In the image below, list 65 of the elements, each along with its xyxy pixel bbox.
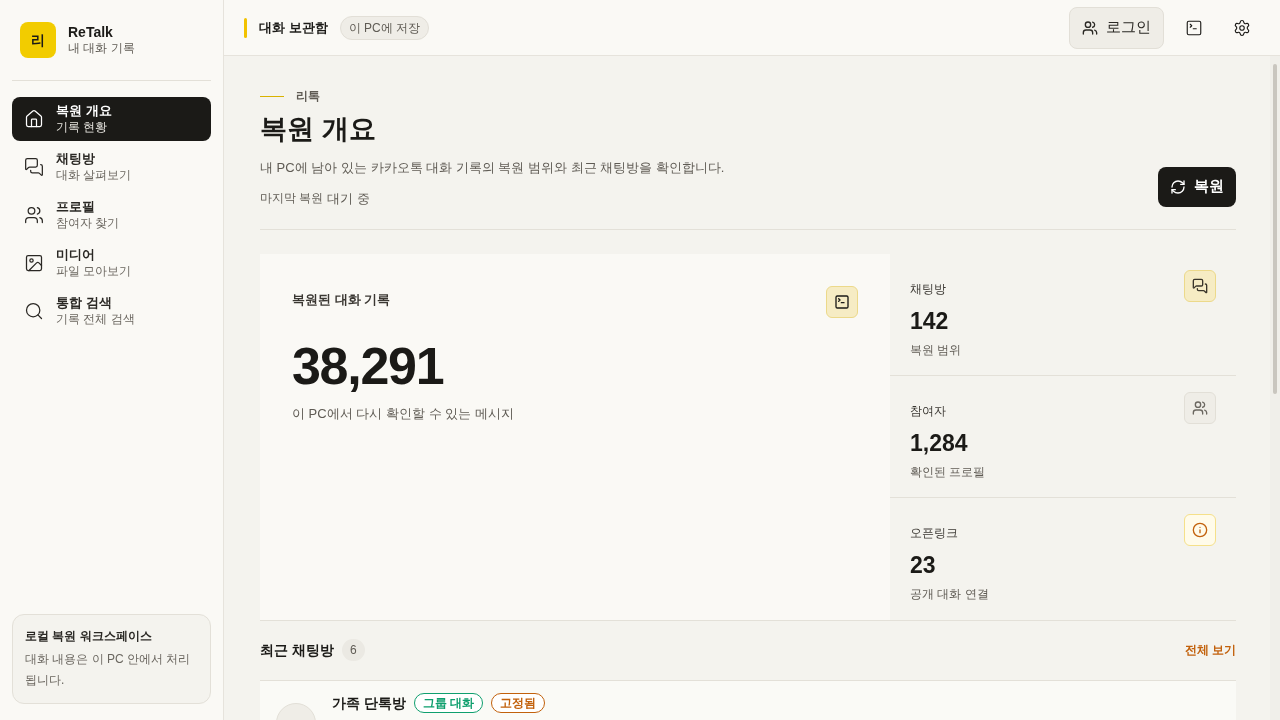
people-icon xyxy=(1082,19,1098,36)
chat-bubbles-icon xyxy=(24,157,44,177)
tag: 고정됨 xyxy=(491,692,546,713)
settings-icon xyxy=(1233,18,1251,37)
nav-sublabel: 대화 살펴보기 xyxy=(56,167,132,183)
app-subtitle: 내 대화 기록 xyxy=(68,41,135,57)
nav-sublabel: 기록 전체 검색 xyxy=(56,311,135,327)
workspace-title: 로컬 복원 워크스페이스 xyxy=(25,628,153,645)
nav-label: 통합 검색 xyxy=(56,295,113,312)
nav-item[interactable]: 채팅방 대화 살펴보기 xyxy=(12,145,211,189)
view-all-link[interactable]: 전체 보기 xyxy=(1184,641,1236,659)
chat-name: 가족 단톡방 xyxy=(332,693,406,713)
stat-value: 23 xyxy=(910,553,937,577)
nav-sublabel: 기록 현황 xyxy=(56,119,109,135)
nav-item[interactable]: 미디어 파일 모아보기 xyxy=(12,241,211,285)
nav-label: 프로필 xyxy=(56,199,96,216)
eyebrow-label: 리톡 xyxy=(296,88,320,105)
page-description: 내 PC에 남아 있는 카카오톡 대화 기록의 복원 범위와 최근 채팅방을 확인합니다. xyxy=(260,158,725,177)
app-logo: 리 xyxy=(20,22,56,58)
people-icon xyxy=(1192,399,1208,416)
workspace-text: 대화 내용은 이 PC 안에서 처리됩니다. xyxy=(25,651,192,689)
refresh-icon xyxy=(1170,178,1186,195)
image-icon xyxy=(24,253,44,273)
tag: 그룹 대화 xyxy=(413,692,484,713)
stat-caption: 공개 대화 연결 xyxy=(910,585,990,603)
nav-sublabel: 파일 모아보기 xyxy=(56,263,132,279)
page-title: 복원 개요 xyxy=(260,113,377,146)
app-name: ReTalk xyxy=(68,23,114,42)
nav-item[interactable]: 복원 개요 기록 현황 xyxy=(12,97,211,141)
status-label: 마지막 복원 xyxy=(260,190,324,207)
nav-item[interactable]: 프로필 참여자 찾기 xyxy=(12,193,211,237)
nav-label: 미디어 xyxy=(56,247,96,264)
nav-sublabel: 참여자 찾기 xyxy=(56,215,120,231)
search-icon xyxy=(24,301,44,321)
stat-label: 참여자 xyxy=(910,402,946,420)
stat-caption: 이 PC에서 다시 확인할 수 있는 메시지 xyxy=(292,404,515,423)
stat-caption: 확인된 프로필 xyxy=(910,463,987,481)
chat-bubbles-icon xyxy=(1192,277,1208,294)
chat-row[interactable]: 가족 단톡방 그룹 대화 고정됨 xyxy=(260,680,1236,720)
header-title: 대화 보관함 xyxy=(259,18,328,37)
stat-value: 1,284 xyxy=(910,431,969,455)
login-button[interactable]: 로그인 xyxy=(1069,6,1164,49)
nav-label: 채팅방 xyxy=(56,151,96,168)
eyebrow-rule xyxy=(260,95,284,97)
terminal-icon xyxy=(1185,18,1203,37)
stat-value: 142 xyxy=(910,309,950,333)
terminal-icon xyxy=(834,293,850,310)
nav-item[interactable]: 통합 검색 기록 전체 검색 xyxy=(12,289,211,333)
storage-badge: 이 PC에 저장 xyxy=(339,15,429,40)
count-badge: 6 xyxy=(341,639,365,661)
status-value: 대기 중 xyxy=(327,190,370,208)
stat-value: 38,291 xyxy=(292,339,445,392)
accent-bar xyxy=(244,17,247,38)
stat-label: 채팅방 xyxy=(910,280,946,298)
stat-label: 복원된 대화 기록 xyxy=(292,290,391,309)
info-icon xyxy=(1192,521,1208,538)
restore-button[interactable]: 복원 xyxy=(1158,166,1236,207)
stat-caption: 복원 범위 xyxy=(910,341,963,359)
nav-label: 복원 개요 xyxy=(56,103,112,120)
scrollbar[interactable] xyxy=(1270,56,1280,720)
people-icon xyxy=(24,205,44,225)
home-icon xyxy=(24,109,44,129)
scrollbar-thumb[interactable] xyxy=(1273,64,1277,394)
section-title: 최근 채팅방 xyxy=(260,640,334,660)
stat-label: 오픈링크 xyxy=(910,524,958,542)
